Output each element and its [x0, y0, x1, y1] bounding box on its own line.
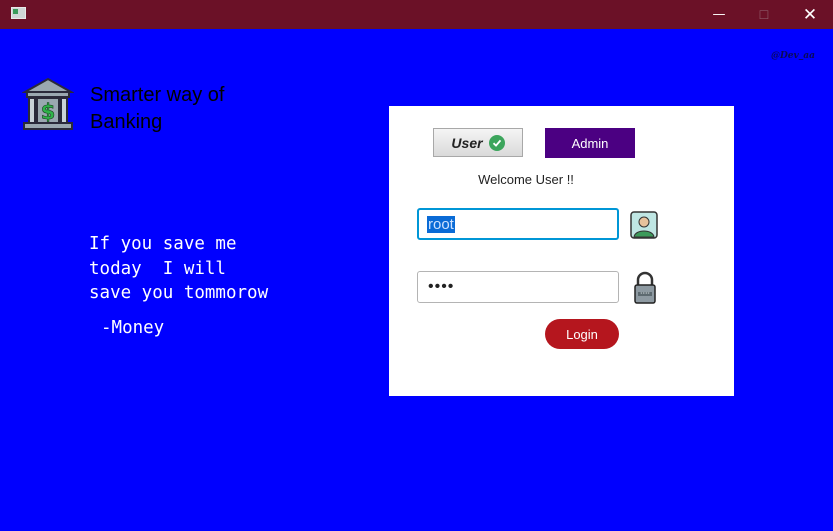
quote-author: -Money — [101, 318, 165, 338]
user-tab-button[interactable]: User — [433, 128, 523, 157]
close-button[interactable]: ✕ — [787, 0, 833, 29]
brand-tagline: Smarter way of Banking — [90, 84, 225, 133]
maximize-button[interactable]: ☐ — [741, 0, 787, 29]
user-avatar-icon — [630, 211, 658, 239]
password-input[interactable]: •••• — [417, 271, 619, 303]
welcome-text: Welcome User !! — [478, 172, 574, 187]
app-icon — [11, 7, 26, 19]
lock-icon: **** — [633, 271, 657, 305]
minimize-button[interactable]: — — [696, 0, 742, 29]
watermark: @Dev_aa — [771, 51, 815, 61]
bank-dollar-icon: $ — [21, 77, 75, 133]
checkmark-icon — [488, 134, 505, 151]
user-tab-label: User — [451, 134, 483, 151]
money-quote: If you save me today I will save you tom… — [89, 234, 269, 303]
title-bar: — ☐ ✕ — [0, 0, 833, 29]
admin-tab-button[interactable]: Admin — [545, 128, 635, 158]
login-button[interactable]: Login — [545, 319, 619, 349]
password-value: •••• — [428, 278, 455, 295]
login-panel: User Admin Welcome User !! root •••• ***… — [389, 106, 734, 396]
svg-text:$: $ — [41, 100, 56, 124]
username-input[interactable]: root — [417, 208, 619, 240]
username-value: root — [427, 216, 455, 233]
svg-text:****: **** — [640, 292, 650, 297]
